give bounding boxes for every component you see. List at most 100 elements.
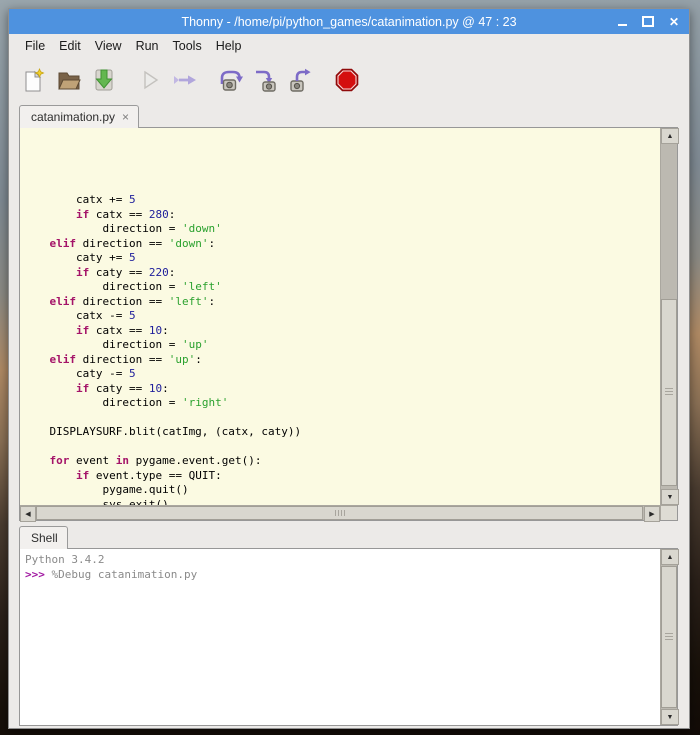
scroll-up-icon: ▲	[667, 554, 674, 561]
text-segment: 5	[129, 251, 136, 264]
text-segment: catx +=	[23, 193, 129, 206]
close-icon[interactable]: ✕	[669, 16, 679, 28]
text-segment	[23, 469, 76, 482]
menu-item-edit[interactable]: Edit	[52, 36, 88, 56]
scroll-right-icon: ▶	[649, 510, 654, 518]
step-over-icon	[218, 68, 244, 92]
text-segment: event.type == QUIT:	[89, 469, 221, 482]
code-line: if event.type == QUIT:	[23, 469, 660, 484]
text-segment: :	[208, 295, 215, 308]
clipped-top-line: if direction == 'right':	[23, 159, 660, 164]
code-editor[interactable]: if direction == 'right': catx += 5 if ca…	[20, 128, 660, 505]
text-segment: for	[50, 454, 70, 467]
text-segment: 220	[149, 266, 169, 279]
text-segment: :	[162, 324, 169, 337]
scroll-up-button[interactable]: ▲	[661, 549, 679, 565]
step-into-icon	[254, 68, 278, 92]
toolbar	[9, 58, 689, 102]
scroll-down-icon: ▼	[667, 714, 674, 721]
text-segment: DISPLAYSURF.blit(catImg, (catx, caty))	[23, 425, 301, 438]
text-segment: if	[76, 469, 89, 482]
text-segment: direction =	[23, 396, 182, 409]
stop-icon	[335, 68, 359, 92]
run-script-button[interactable]	[137, 67, 163, 93]
editor-vertical-scrollbar[interactable]: ▲ ▼	[660, 128, 677, 505]
code-line: elif direction == 'up':	[23, 353, 660, 368]
text-segment: 'up'	[182, 338, 209, 351]
code-line	[23, 440, 660, 455]
text-segment: 5	[129, 367, 136, 380]
text-segment: if	[76, 324, 89, 337]
editor-hscroll-trough[interactable]	[36, 506, 644, 520]
stop-button[interactable]	[334, 67, 360, 93]
save-file-button[interactable]	[91, 67, 117, 93]
step-into-button[interactable]	[253, 67, 279, 93]
tab-close-icon[interactable]: ×	[122, 111, 129, 123]
new-file-icon	[22, 68, 46, 92]
code-line: direction = 'left'	[23, 280, 660, 295]
shell-line: Python 3.4.2	[25, 552, 660, 567]
code-line: direction = 'up'	[23, 338, 660, 353]
menu-item-help[interactable]: Help	[209, 36, 249, 56]
scroll-down-button[interactable]: ▼	[661, 709, 679, 725]
code-line: if catx == 10:	[23, 324, 660, 339]
window-title: Thonny - /home/pi/python_games/catanimat…	[181, 15, 516, 29]
text-segment: :	[162, 382, 169, 395]
code-line: direction = 'right'	[23, 396, 660, 411]
text-segment	[23, 382, 76, 395]
shell-vscroll-thumb[interactable]	[661, 566, 677, 707]
scroll-up-button[interactable]: ▲	[661, 128, 679, 144]
code-line: sys.exit()	[23, 498, 660, 506]
shell-panel: Python 3.4.2 >>> %Debug catanimation.py …	[19, 548, 678, 726]
shell-vscroll-trough[interactable]	[661, 565, 677, 709]
menu-item-file[interactable]: File	[18, 36, 52, 56]
menu-item-run[interactable]: Run	[129, 36, 166, 56]
text-segment: if	[76, 266, 89, 279]
shell-vertical-scrollbar[interactable]: ▲ ▼	[660, 549, 677, 725]
text-segment	[23, 266, 76, 279]
menubar: FileEditViewRunToolsHelp	[9, 34, 689, 58]
text-segment: :	[195, 353, 202, 366]
open-folder-icon	[57, 68, 81, 92]
editor-vscroll-thumb[interactable]	[661, 299, 677, 485]
editor-tabrow: catanimation.py ×	[19, 102, 689, 127]
scroll-down-button[interactable]: ▼	[661, 489, 679, 505]
editor-horizontal-scrollbar[interactable]: ◀ ▶	[20, 505, 660, 520]
step-out-button[interactable]	[288, 67, 314, 93]
text-segment: event	[69, 454, 115, 467]
scroll-right-button[interactable]: ▶	[644, 506, 660, 522]
text-segment: catx -=	[23, 309, 129, 322]
text-segment: 10	[149, 382, 162, 395]
text-segment: 'down'	[182, 222, 222, 235]
text-segment: elif	[50, 353, 77, 366]
text-segment: direction ==	[76, 237, 169, 250]
scroll-left-icon: ◀	[25, 510, 30, 518]
step-over-button[interactable]	[218, 67, 244, 93]
tab-label: catanimation.py	[31, 110, 115, 124]
text-segment: if	[76, 382, 89, 395]
code-line: direction = 'down'	[23, 222, 660, 237]
open-file-button[interactable]	[56, 67, 82, 93]
text-segment: 5	[129, 193, 136, 206]
editor-vscroll-trough[interactable]	[661, 144, 677, 489]
shell-line: >>> %Debug catanimation.py	[25, 567, 660, 582]
new-file-button[interactable]	[21, 67, 47, 93]
resume-button[interactable]	[172, 67, 198, 93]
tab-shell[interactable]: Shell	[19, 526, 68, 549]
menu-item-tools[interactable]: Tools	[166, 36, 209, 56]
text-segment: catx ==	[89, 208, 149, 221]
window-controls: ✕	[618, 9, 679, 34]
text-segment: pygame.event.get():	[129, 454, 261, 467]
text-segment: direction ==	[76, 353, 169, 366]
minimize-icon[interactable]	[618, 24, 627, 26]
editor-hscroll-thumb[interactable]	[36, 506, 643, 520]
maximize-icon[interactable]	[642, 16, 654, 27]
text-segment: >>>	[25, 568, 52, 581]
titlebar[interactable]: Thonny - /home/pi/python_games/catanimat…	[9, 9, 689, 34]
menu-item-view[interactable]: View	[88, 36, 129, 56]
tab-catanimation[interactable]: catanimation.py ×	[19, 105, 139, 128]
shell-output[interactable]: Python 3.4.2 >>> %Debug catanimation.py	[20, 549, 660, 725]
shell-tab-label: Shell	[31, 531, 58, 545]
editor-panel: if direction == 'right': catx += 5 if ca…	[19, 127, 678, 521]
scroll-left-button[interactable]: ◀	[20, 506, 36, 522]
